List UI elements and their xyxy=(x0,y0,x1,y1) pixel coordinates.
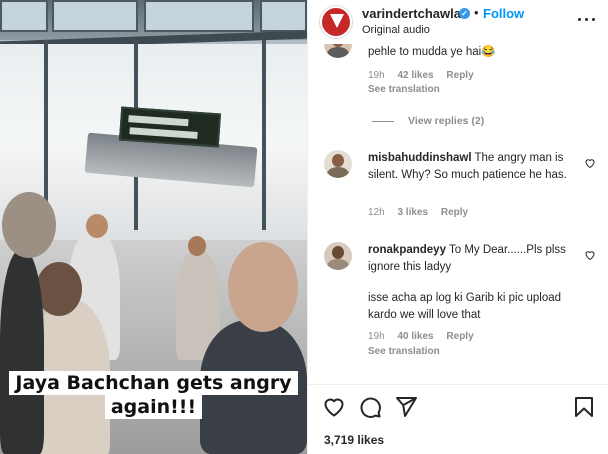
video-caption: Jaya Bachchan gets angry again!!! xyxy=(0,371,307,419)
video-skylight xyxy=(0,0,48,32)
comments-list: pehle to mudda ye hai😂 19h 42 likes Repl… xyxy=(308,44,608,384)
comment-meta: 12h 3 likes Reply xyxy=(368,207,478,218)
emergency-exit-sign xyxy=(118,106,222,148)
commenter-avatar[interactable] xyxy=(324,150,352,178)
heart-icon[interactable] xyxy=(322,395,346,419)
see-translation-link[interactable]: See translation xyxy=(368,346,440,357)
video-mullion xyxy=(262,40,266,230)
comment-text-continued: isse acha ap log ki Garib ki pic upload … xyxy=(368,292,562,321)
reply-button[interactable]: Reply xyxy=(446,331,473,342)
video-skylight xyxy=(144,0,254,32)
video-person-head xyxy=(86,214,108,238)
author-avatar[interactable] xyxy=(320,6,352,38)
post-panel: varindertchawla ✓ • Follow Original audi… xyxy=(307,0,608,454)
likes-count[interactable]: 3,719 likes xyxy=(324,433,384,447)
comment-icon[interactable] xyxy=(358,395,382,419)
comment-body: ronakpandeyy To My Dear......Pls plss ig… xyxy=(368,242,573,276)
brand-logo-icon xyxy=(330,14,344,28)
comment-like-heart-icon[interactable] xyxy=(584,157,596,169)
video-caption-line2: again!!! xyxy=(104,395,203,419)
comment-likes[interactable]: 40 likes xyxy=(397,331,433,342)
reply-button[interactable]: Reply xyxy=(446,70,473,81)
video-person xyxy=(0,250,44,454)
more-icon[interactable] xyxy=(576,8,598,30)
post-actions: 3,719 likes xyxy=(308,384,608,454)
comment-likes[interactable]: 3 likes xyxy=(397,207,428,218)
author-username[interactable]: varindertchawla xyxy=(362,6,461,21)
video-person-head xyxy=(228,242,298,332)
video-skylight xyxy=(52,0,138,32)
header-separator: • xyxy=(474,5,479,20)
video-caption-line1: Jaya Bachchan gets angry xyxy=(9,371,298,395)
commenter-avatar[interactable] xyxy=(324,242,352,270)
comment-body: misbahuddinshawl The angry man is silent… xyxy=(368,150,573,184)
audio-label[interactable]: Original audio xyxy=(362,24,430,36)
see-translation-link[interactable]: See translation xyxy=(368,84,440,95)
comment-like-heart-icon[interactable] xyxy=(584,249,596,261)
comment-time: 12h xyxy=(368,207,385,218)
comment-text: pehle to mudda ye hai😂 xyxy=(368,46,496,58)
commenter-avatar[interactable] xyxy=(324,44,352,58)
post-header: varindertchawla ✓ • Follow Original audi… xyxy=(308,0,608,44)
view-replies-button[interactable]: View replies (2) xyxy=(372,115,484,127)
verified-icon: ✓ xyxy=(459,8,470,19)
bookmark-icon[interactable] xyxy=(572,395,596,419)
video-person-head xyxy=(2,192,56,258)
video-skylight xyxy=(260,0,307,32)
video-person-head xyxy=(36,262,82,316)
video-person-head xyxy=(188,236,206,256)
follow-button[interactable]: Follow xyxy=(483,6,524,21)
comment-time: 19h xyxy=(368,331,385,342)
comment-time: 19h xyxy=(368,70,385,81)
commenter-username[interactable]: misbahuddinshawl xyxy=(368,152,472,164)
commenter-username[interactable]: ronakpandeyy xyxy=(368,244,446,256)
comment-meta: 19h 42 likes Reply xyxy=(368,70,484,81)
comment-meta: 19h 40 likes Reply xyxy=(368,331,484,342)
reply-button[interactable]: Reply xyxy=(441,207,468,218)
comment-likes[interactable]: 42 likes xyxy=(397,70,433,81)
reel-video[interactable]: Jaya Bachchan gets angry again!!! xyxy=(0,0,307,454)
share-icon[interactable] xyxy=(394,395,418,419)
